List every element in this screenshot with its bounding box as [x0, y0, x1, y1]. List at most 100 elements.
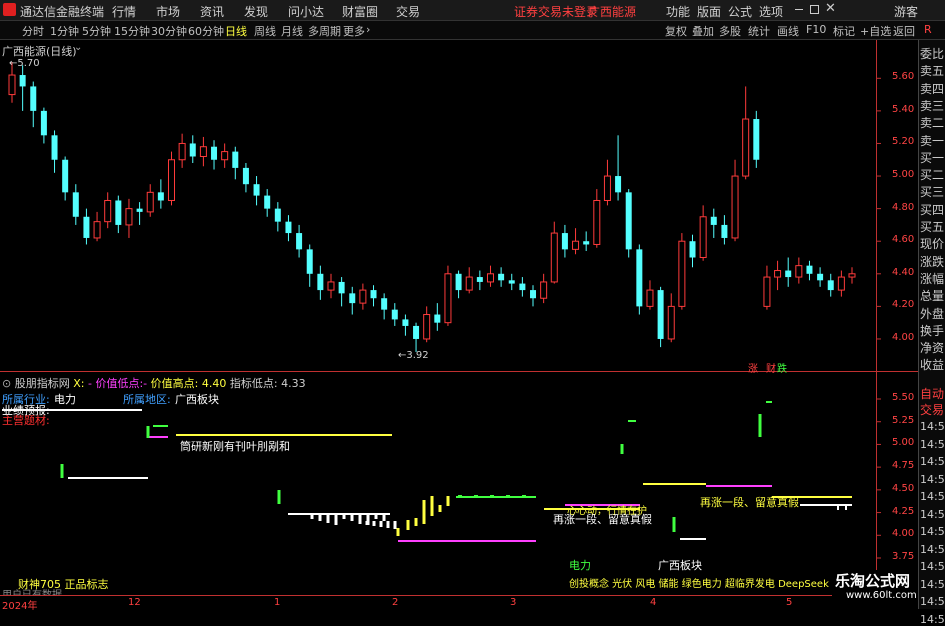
concept-line: 创投概念 光伏 风电 储能 绿色电力 超临界发电 DeepSeek — [569, 579, 829, 590]
candle-body — [434, 314, 441, 323]
indicator-header: ⊙ 股朋指标网 X: - 价值低点:- 价值高点: 4.40 指标低点: 4.3… — [2, 377, 306, 390]
candle-body — [285, 221, 292, 234]
tick-time: 14:5 — [920, 577, 945, 591]
candle-body — [157, 192, 164, 201]
watermark: 乐淘公式网 www.60lt.com — [832, 570, 918, 606]
candle-body — [30, 86, 37, 111]
xaxis-label-6: 5 — [786, 597, 793, 608]
region-value: 广西板块 — [175, 393, 219, 406]
quote-field-label[interactable]: 交易 — [920, 401, 944, 418]
candle-body — [774, 270, 782, 278]
quote-side-panel: 委比 卖五 卖四 卖三 卖二 卖一 买一 买二 买三 买四 买五 现价 涨跌 涨幅 总量 外盘 换手 净资 收益自动… — [918, 40, 945, 626]
candle-body — [795, 265, 803, 278]
quote-field-label[interactable]: 涨幅 — [920, 270, 944, 287]
quote-field-label[interactable]: 换手 — [920, 322, 944, 339]
candle-body — [221, 151, 229, 161]
candle-body — [540, 281, 548, 299]
quote-field-label[interactable]: 外盘 — [920, 305, 944, 322]
tick-time: 14:5 — [920, 507, 945, 521]
tick-time: 14:50 — [920, 437, 945, 451]
tick-time: 14:5 — [920, 525, 945, 538]
quote-field-label[interactable]: 卖一 — [920, 132, 944, 149]
quote-field-label[interactable]: 委比 — [920, 45, 944, 62]
candle-body — [519, 283, 526, 291]
candle-body — [476, 277, 483, 282]
indicator-dot — [474, 495, 478, 498]
main-ytick: 5.20 — [892, 136, 915, 148]
candle-body — [62, 159, 69, 193]
band-text-1: 再涨一段、留意真假 — [553, 513, 652, 526]
candle-body — [465, 276, 473, 291]
candle-body — [646, 289, 654, 307]
tick-time: 14:50 — [920, 420, 945, 433]
candle-body — [19, 75, 26, 87]
candle-body — [83, 216, 90, 238]
quote-field-label[interactable]: 总量 — [920, 287, 944, 304]
candle-body — [306, 249, 313, 274]
indicator-dot — [490, 495, 494, 498]
quote-field-label[interactable]: 卖五 — [920, 62, 944, 79]
quote-field-label[interactable]: 买二 — [920, 166, 944, 183]
tick-time: 14:5 — [920, 595, 945, 608]
candle-body — [827, 280, 834, 291]
main-ytick: 4.80 — [892, 201, 915, 213]
quote-field-label[interactable]: 卖三 — [920, 97, 944, 114]
candle-body — [763, 276, 771, 307]
candle-body — [381, 298, 388, 310]
candle-body — [550, 232, 558, 283]
candle-body — [625, 192, 632, 250]
quote-field-label[interactable]: 买四 — [920, 201, 944, 218]
ind-ytick: 5.50 — [892, 392, 915, 403]
xaxis-label-2: 1 — [274, 597, 281, 608]
candle-body — [572, 240, 580, 250]
low-price-label: ←3.92 — [398, 350, 429, 361]
marker-zhang: 涨 — [748, 364, 758, 375]
region-label: 所属地区: — [123, 393, 171, 406]
quote-field-label[interactable]: 买五 — [920, 218, 944, 235]
candle-body — [498, 273, 505, 281]
ind-ytick: 4.75 — [892, 460, 915, 472]
candle-body — [8, 74, 16, 96]
quote-field-label[interactable]: 卖二 — [920, 114, 944, 131]
candle-body — [167, 159, 175, 201]
quote-field-label[interactable]: 买三 — [920, 183, 944, 200]
tick-time: 14:5 — [920, 455, 945, 468]
sector-2: 广西板块 — [658, 559, 702, 572]
candle-body — [40, 110, 47, 136]
quote-field-label[interactable]: 卖四 — [920, 80, 944, 97]
candle-body — [710, 216, 717, 225]
candle-body — [93, 221, 101, 239]
indicator-dot — [506, 495, 510, 498]
gear-icon[interactable]: ⊙ — [2, 377, 11, 390]
watermark-title: 乐淘公式网 — [835, 572, 911, 590]
candle-body — [296, 233, 303, 250]
candle-body — [327, 281, 335, 291]
marker-cai: 财 — [766, 364, 776, 375]
ind-low-label: 指标低点: — [229, 377, 278, 390]
value-high-label: 价值高点: — [150, 377, 199, 390]
quote-field-label[interactable]: 净资 — [920, 339, 944, 356]
ind-ytick: 3.75 — [892, 551, 915, 562]
candle-body — [51, 135, 58, 160]
quote-field-label[interactable]: 涨跌 — [920, 253, 944, 270]
main-ytick: 4.00 — [892, 331, 915, 343]
ind-ytick: 5.25 — [892, 414, 915, 426]
candle-body — [146, 191, 154, 213]
candle-body — [721, 224, 728, 238]
tick-time: 14:5 — [920, 612, 945, 626]
candle-body — [232, 151, 239, 168]
candle-body — [444, 273, 452, 324]
indicator-dot — [522, 495, 526, 498]
sector-1: 电力 — [569, 559, 591, 572]
candle-body — [211, 146, 218, 160]
quote-field-label[interactable]: 买一 — [920, 149, 944, 166]
quote-field-label[interactable]: 现价 — [920, 235, 944, 252]
candle-body — [423, 314, 431, 340]
quote-field-label[interactable]: 收益 — [920, 356, 944, 373]
candle-body — [125, 208, 133, 226]
kline-chart — [2, 62, 881, 559]
indicator-name[interactable]: 股朋指标网 — [15, 377, 70, 390]
quote-field-label[interactable]: 自动 — [920, 385, 944, 402]
candle-body — [731, 175, 739, 239]
tick-time: 14:5 — [920, 542, 945, 556]
